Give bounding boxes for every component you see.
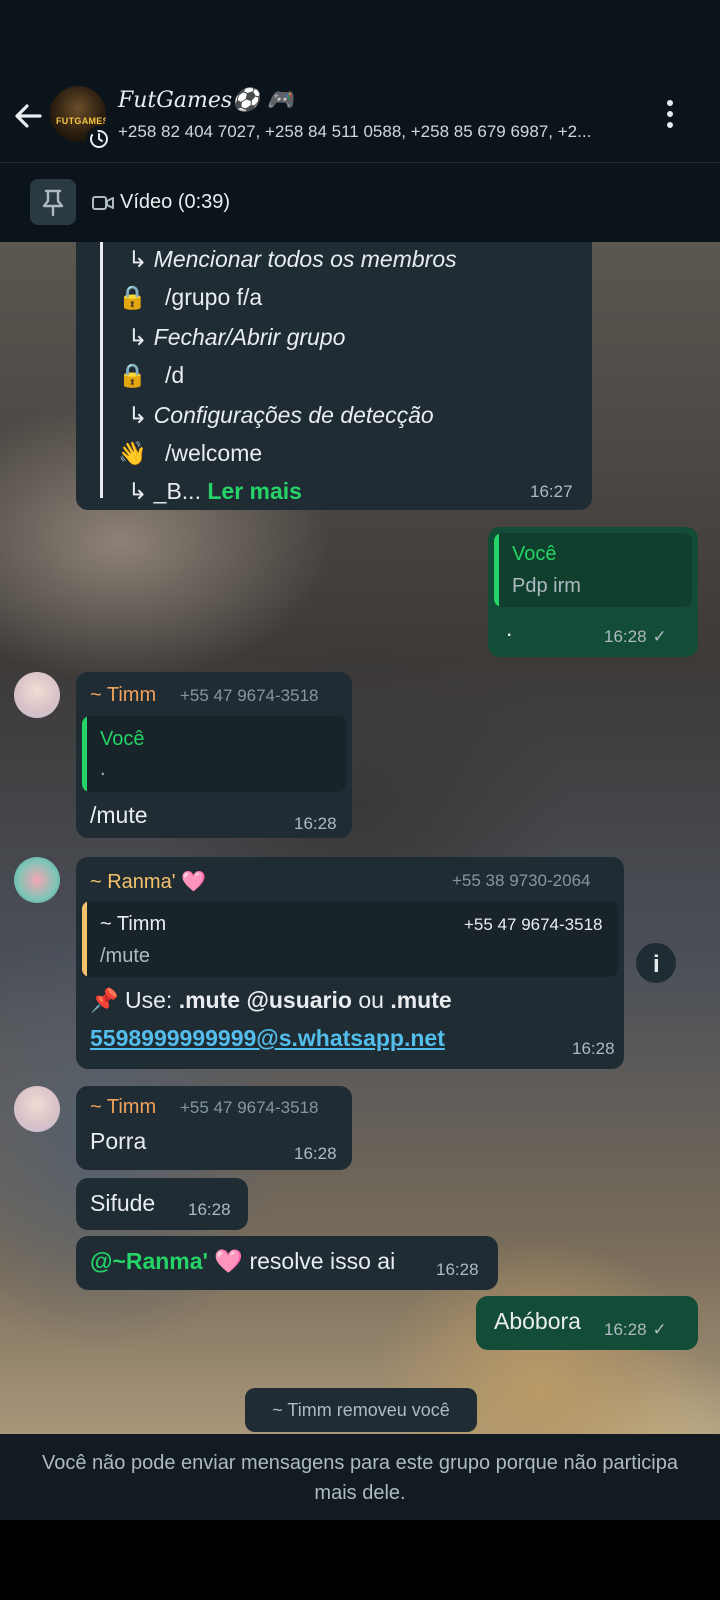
message-text: @~Ranma' 🩷 resolve isso ai [90, 1248, 396, 1274]
group-avatar-logo: FUTGAMES [56, 116, 106, 126]
quoted-message[interactable]: Você Pdp irm [494, 533, 692, 607]
pinned-label: Vídeo (0:39) [120, 191, 231, 213]
message-bubble-incoming[interactable]: ~ Ranma' 🩷 +55 38 9730-2064 ~ Timm +55 4… [76, 857, 624, 1069]
quoted-sender: ~ Timm [100, 913, 167, 935]
message-time: 16:28 ✓ [604, 627, 667, 646]
menu-line: ↳ Mencionar todos os membros [128, 246, 457, 272]
menu-line: ↳ Fechar/Abrir grupo [128, 324, 346, 350]
whatsapp-link[interactable]: 5598999999999@s.whatsapp.net [90, 1025, 445, 1052]
message-time: 16:28 [294, 1144, 337, 1163]
message-time: 16:28 ✓ [604, 1320, 667, 1339]
read-more-link[interactable]: Ler mais [207, 478, 302, 504]
avatar-ranma[interactable] [14, 857, 60, 903]
chat-header: FUTGAMES FutGames⚽ 🎮 +258 82 404 7027, +… [0, 0, 720, 162]
lock-icon: 🔒 [118, 284, 147, 310]
pin-button[interactable] [30, 179, 76, 225]
message-bubble-incoming[interactable]: @~Ranma' 🩷 resolve isso ai 16:28 [76, 1236, 498, 1290]
message-bubble-bot-menu[interactable]: ↳ Mencionar todos os membros 🔒 /grupo f/… [76, 242, 592, 510]
sender-name[interactable]: ~ Timm [90, 684, 156, 707]
message-time: 16:28 [188, 1200, 231, 1219]
waving-hand-icon: 👋 [118, 440, 147, 466]
message-time: 16:27 [530, 482, 573, 501]
message-bubble-incoming[interactable]: ~ Timm +55 47 9674-3518 Porra 16:28 [76, 1086, 352, 1170]
message-text: . [506, 615, 513, 641]
menu-divider [100, 242, 103, 498]
chat-area[interactable]: ↳ Mencionar todos os membros 🔒 /grupo f/… [0, 242, 720, 1434]
message-bubble-incoming[interactable]: Sifude 16:28 [76, 1178, 248, 1230]
lock-icon: 🔒 [118, 362, 147, 388]
back-arrow-icon[interactable] [10, 96, 50, 136]
video-icon [92, 196, 114, 210]
avatar-timm[interactable] [14, 672, 60, 718]
system-notice: ~ Timm removeu você [245, 1388, 477, 1432]
quoted-sender: Você [512, 543, 557, 565]
sent-check-icon: ✓ [652, 627, 667, 646]
pushpin-icon: 📌 Use: [90, 987, 179, 1013]
pinned-message-bar[interactable]: Vídeo (0:39) [0, 162, 720, 242]
quoted-message[interactable]: Você . [82, 716, 346, 792]
quoted-text: . [100, 758, 106, 780]
pin-icon [42, 189, 64, 217]
sender-phone: +55 47 9674-3518 [180, 686, 319, 705]
message-time: 16:28 [436, 1260, 479, 1279]
message-time: 16:28 [572, 1039, 615, 1058]
cannot-send-notice: Você não pode enviar mensagens para este… [0, 1434, 720, 1520]
avatar-timm[interactable] [14, 1086, 60, 1132]
menu-line: 🔒 /d [118, 362, 185, 388]
message-text: Sifude [90, 1190, 156, 1216]
more-options-icon[interactable] [656, 98, 684, 132]
menu-line: ↳ Configurações de detecção [128, 402, 434, 428]
group-name[interactable]: FutGames⚽ 🎮 [118, 88, 294, 113]
message-text: 📌 Use: .mute @usuario ou .mute [90, 987, 452, 1013]
quoted-text: Pdp irm [512, 575, 581, 597]
message-bubble-outgoing[interactable]: Você Pdp irm . 16:28 ✓ [488, 527, 698, 657]
sent-check-icon: ✓ [652, 1320, 667, 1339]
quoted-message[interactable]: ~ Timm +55 47 9674-3518 /mute [82, 901, 618, 977]
message-text: /mute [90, 802, 148, 828]
sender-phone: +55 38 9730-2064 [452, 871, 591, 890]
disappearing-timer-icon [86, 126, 112, 152]
message-bubble-outgoing[interactable]: Abóbora 16:28 ✓ [476, 1296, 698, 1350]
message-text: Porra [90, 1128, 147, 1154]
sender-name[interactable]: ~ Timm [90, 1096, 156, 1119]
quoted-sender: Você [100, 728, 145, 750]
sender-name[interactable]: ~ Ranma' 🩷 [90, 869, 206, 894]
message-bubble-incoming[interactable]: ~ Timm +55 47 9674-3518 Você . /mute 16:… [76, 672, 352, 838]
mention-link[interactable]: @~Ranma' 🩷 [90, 1248, 243, 1274]
group-participants[interactable]: +258 82 404 7027, +258 84 511 0588, +258… [118, 122, 648, 142]
message-time: 16:28 [294, 814, 337, 833]
info-icon[interactable]: i [636, 943, 676, 983]
quoted-text: /mute [100, 945, 151, 967]
menu-line: 👋 /welcome [118, 440, 263, 466]
system-nav-bar [0, 1520, 720, 1600]
menu-line: 🔒 /grupo f/a [118, 284, 263, 310]
quoted-phone: +55 47 9674-3518 [464, 915, 603, 934]
menu-line: ↳ _B... Ler mais [128, 478, 302, 504]
sender-phone: +55 47 9674-3518 [180, 1098, 319, 1117]
message-text: Abóbora [494, 1308, 581, 1334]
